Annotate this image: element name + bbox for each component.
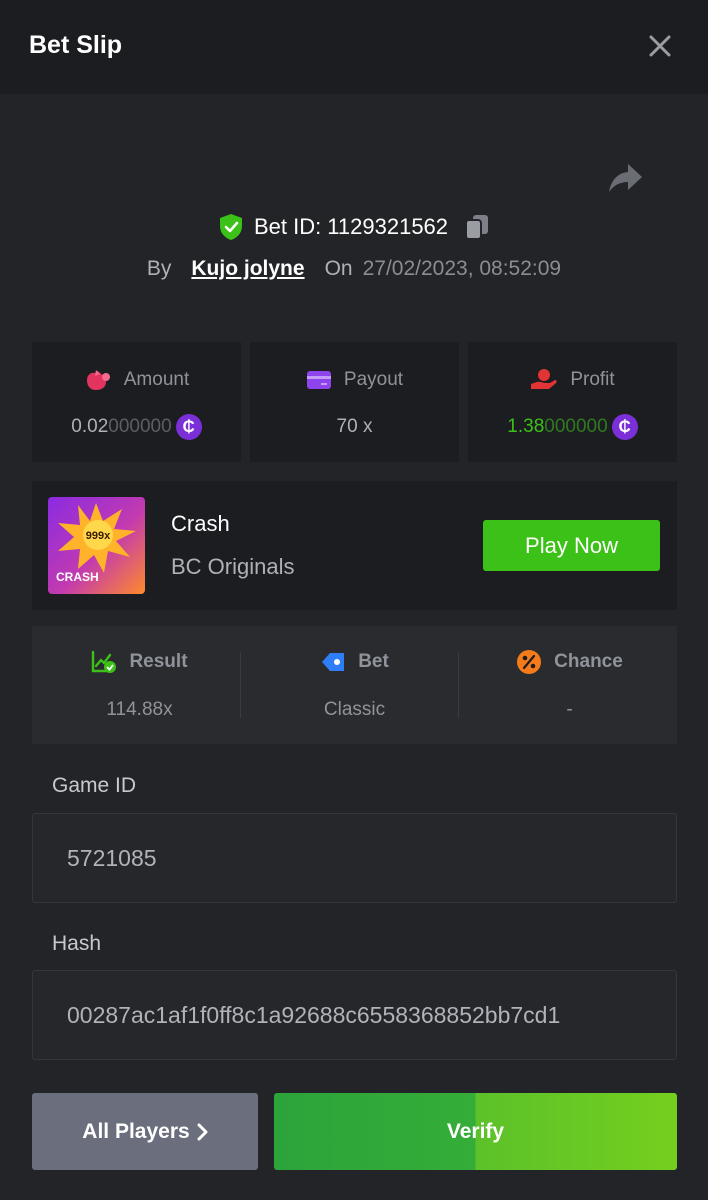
amount-value: 0.02 000000 ₵ xyxy=(32,412,241,442)
hash-label: Hash xyxy=(52,932,102,955)
amount-value-main: 0.02 xyxy=(71,416,109,437)
thumb-label: CRASH xyxy=(56,570,99,584)
crash-game-image: 999x CRASH xyxy=(48,497,145,594)
payout-value: 70 x xyxy=(336,416,373,437)
amount-card: Amount 0.02 000000 ₵ xyxy=(32,342,241,462)
copy-button[interactable] xyxy=(464,213,490,241)
divider xyxy=(240,652,241,718)
chevron-right-icon xyxy=(197,1123,208,1140)
game-thumbnail[interactable]: 999x CRASH xyxy=(48,497,145,594)
amount-value-dim: 000000 xyxy=(108,416,172,437)
game-card: 999x CRASH Crash BC Originals Play Now xyxy=(32,481,677,610)
username-link[interactable]: Kujo jolyne xyxy=(191,257,304,281)
amount-label: Amount xyxy=(123,369,190,390)
all-players-button[interactable]: All Players xyxy=(32,1093,258,1170)
percent-icon xyxy=(517,650,542,674)
copy-icon xyxy=(465,215,489,240)
bet-id-row: Bet ID: 1129321562 xyxy=(0,210,708,244)
thumb-badge: 999x xyxy=(86,530,111,542)
coin-icon: ₵ xyxy=(175,414,202,440)
share-icon xyxy=(609,164,642,192)
game-id-field[interactable]: 5721085 xyxy=(32,813,677,903)
bet-datetime: 27/02/2023, 08:52:09 xyxy=(362,257,562,280)
credit-card-icon xyxy=(306,371,331,389)
hash-field[interactable]: 00287ac1af1f0ff8c1a92688c6558368852bb7cd… xyxy=(32,970,677,1060)
profit-label: Profit xyxy=(570,369,615,390)
profit-card: Profit 1.38 000000 ₵ xyxy=(468,342,677,462)
payout-card: Payout 70 x xyxy=(250,342,459,462)
profit-value: 1.38 000000 ₵ xyxy=(468,412,677,442)
money-bag-icon xyxy=(86,370,110,390)
verified-shield-icon xyxy=(219,214,242,240)
game-name: Crash xyxy=(171,511,230,536)
result-chart-icon xyxy=(92,650,117,673)
bet-tag-icon xyxy=(322,653,345,671)
profit-value-main: 1.38 xyxy=(507,416,545,437)
by-label: By xyxy=(146,257,172,280)
chance-value: - xyxy=(566,699,573,720)
profit-value-dim: 000000 xyxy=(544,416,608,437)
modal-header: Bet Slip xyxy=(0,0,708,94)
play-now-button[interactable]: Play Now xyxy=(483,520,660,571)
bet-label: Bet xyxy=(358,651,389,672)
bet-column: Bet Classic xyxy=(247,626,462,744)
modal-title: Bet Slip xyxy=(29,31,123,59)
coin-icon: ₵ xyxy=(611,414,638,440)
close-button[interactable] xyxy=(640,26,680,66)
hand-coin-icon xyxy=(531,369,557,389)
verify-button[interactable]: Verify xyxy=(274,1093,677,1170)
on-label: On xyxy=(324,257,353,280)
bet-value: Classic xyxy=(323,699,386,720)
chance-column: Chance - xyxy=(462,626,677,744)
game-provider: BC Originals xyxy=(171,554,295,579)
result-value: 114.88x xyxy=(106,699,173,720)
share-button[interactable] xyxy=(604,160,648,198)
bet-details-card: Result 114.88x Bet Classic Chance - xyxy=(32,626,677,744)
close-icon xyxy=(649,35,671,57)
all-players-label: All Players xyxy=(82,1119,190,1143)
game-id-label: Game ID xyxy=(52,774,137,797)
chance-label: Chance xyxy=(554,651,623,672)
bet-id: Bet ID: 1129321562 xyxy=(253,214,449,239)
payout-label: Payout xyxy=(343,369,404,390)
result-column: Result 114.88x xyxy=(32,626,247,744)
bet-author-row: By Kujo jolyne On 27/02/2023, 08:52:09 xyxy=(0,252,708,286)
divider xyxy=(458,652,459,718)
result-label: Result xyxy=(129,651,188,672)
